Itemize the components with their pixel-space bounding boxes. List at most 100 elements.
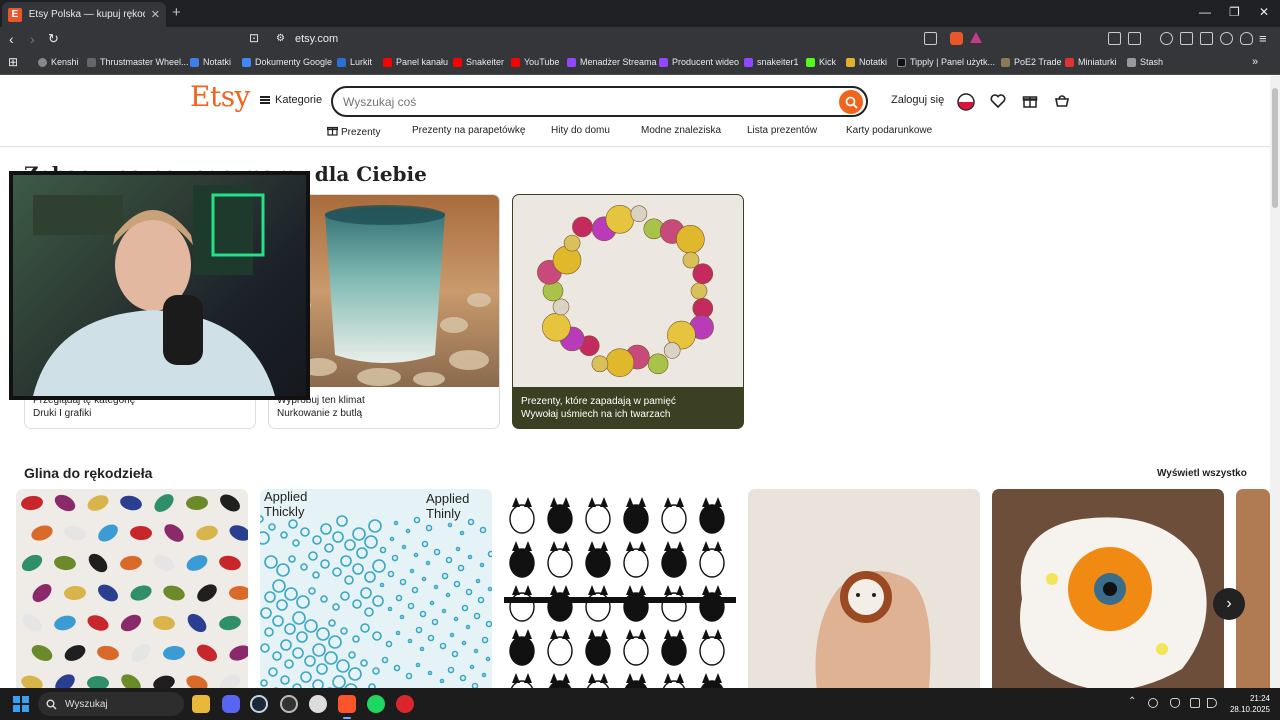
favorites-heart-icon[interactable]: [990, 93, 1006, 114]
address-bar[interactable]: etsy.com: [295, 33, 338, 45]
new-tab-button[interactable]: +: [172, 4, 181, 21]
miniaturki-icon: [1065, 57, 1074, 67]
bookmark-item[interactable]: Producent wideo: [659, 57, 739, 67]
product-card[interactable]: [748, 489, 980, 688]
bookmark-item[interactable]: Notatki: [846, 57, 887, 67]
bookmark-item[interactable]: Menadżer Streama: [567, 57, 657, 67]
bookmark-item[interactable]: Kenshi: [38, 57, 79, 67]
bookmark-item[interactable]: Dokumenty Google: [242, 57, 332, 67]
media-icon[interactable]: [1160, 32, 1173, 45]
spotify-icon[interactable]: [367, 695, 385, 713]
apps-grid-icon[interactable]: ⊞: [8, 55, 18, 69]
menu-icon[interactable]: ≡: [1259, 31, 1267, 46]
sidebar-icon[interactable]: [1180, 32, 1193, 45]
screenshot-icon[interactable]: [1128, 32, 1141, 45]
nav-trendy-finds[interactable]: Modne znaleziska: [641, 125, 721, 136]
taskbar-clock[interactable]: 21:24 28.10.2025: [1226, 693, 1270, 715]
site-info-icon[interactable]: ⚙: [276, 33, 285, 44]
taskbar-search[interactable]: Wyszukaj: [38, 692, 184, 716]
monitor-icon[interactable]: [1190, 698, 1200, 708]
gift-icon: [326, 126, 339, 136]
forward-button[interactable]: ›: [30, 31, 35, 47]
back-button[interactable]: ‹: [9, 31, 14, 47]
bookmark-icon[interactable]: ⊡: [249, 31, 259, 45]
file-explorer-icon[interactable]: [192, 695, 210, 713]
cart-icon[interactable]: [1054, 93, 1070, 114]
tray-app-icon[interactable]: [1148, 698, 1158, 708]
search-icon: [46, 699, 57, 709]
youtube-icon: [511, 57, 520, 67]
bookmark-item[interactable]: snakeiter1: [744, 57, 799, 67]
nav-housewarming[interactable]: Prezenty na parapetówkę: [412, 125, 525, 136]
product-card[interactable]: [16, 489, 248, 688]
brave-shield-icon[interactable]: [950, 32, 963, 45]
wallet-icon[interactable]: [1200, 32, 1213, 45]
bookmark-item[interactable]: Snakeiter: [453, 57, 504, 67]
minimize-icon[interactable]: —: [1199, 5, 1211, 19]
gift-icon[interactable]: [1022, 93, 1038, 114]
view-all-link[interactable]: Wyświetl wszystko: [1157, 468, 1247, 479]
youtube-icon: [383, 57, 392, 67]
bookmark-item[interactable]: Notatki: [190, 57, 231, 67]
scrollbar[interactable]: [1270, 76, 1280, 688]
bookmark-item[interactable]: Kick: [806, 57, 836, 67]
etsy-logo[interactable]: Etsy: [190, 80, 250, 113]
product-card[interactable]: Applied Thickly Applied Thinly: [260, 489, 492, 688]
search-button[interactable]: [839, 90, 863, 114]
card-gifts[interactable]: Prezenty, które zapadają w pamięć Wywołaj…: [512, 194, 744, 429]
tab-etsy[interactable]: E Etsy Polska — kupuj rękodzieło, ✕: [2, 2, 166, 27]
bookmark-item[interactable]: PoE2 Trade: [1001, 57, 1062, 67]
bookmark-item[interactable]: Panel kanału: [383, 57, 448, 67]
leo-ai-icon[interactable]: [1220, 32, 1233, 45]
app-icon[interactable]: [309, 695, 327, 713]
card-text: Prezenty, które zapadają w pamięć Wywołaj…: [521, 396, 676, 420]
bookmarks-bar: ⊞ Kenshi Thrustmaster Wheel... Notatki D…: [0, 53, 1280, 75]
product-card[interactable]: [1236, 489, 1270, 688]
maximize-icon[interactable]: ❐: [1229, 5, 1240, 19]
scroll-thumb[interactable]: [1272, 88, 1278, 208]
windows-start-icon[interactable]: [13, 696, 29, 712]
share-icon[interactable]: [924, 32, 937, 45]
sign-in-link[interactable]: Zaloguj się: [891, 94, 944, 106]
bookmark-item[interactable]: Thrustmaster Wheel...: [87, 57, 189, 67]
bookmark-item[interactable]: Tipply | Panel użytk...: [897, 57, 995, 67]
colored-drops-image: [21, 494, 248, 688]
close-tab-icon[interactable]: ✕: [151, 8, 160, 21]
search-input[interactable]: [343, 93, 823, 111]
globe-icon: [38, 57, 47, 67]
steam-icon[interactable]: [250, 695, 268, 713]
brave-rewards-icon[interactable]: [970, 32, 982, 43]
nav-gift-list[interactable]: Lista prezentów: [747, 125, 817, 136]
taskbar: Wyszukaj ⌃ 21:24 28.10.2025: [0, 688, 1280, 720]
app-red-icon[interactable]: [396, 695, 414, 713]
thrustmaster-icon: [87, 57, 96, 67]
vpn-icon[interactable]: [1240, 32, 1253, 45]
close-window-icon[interactable]: ✕: [1259, 5, 1269, 19]
reload-button[interactable]: ↻: [48, 31, 59, 47]
bookmark-item[interactable]: Stash: [1127, 57, 1163, 67]
notes-icon: [190, 57, 199, 67]
brave-browser-icon[interactable]: [338, 695, 356, 713]
microphone-icon[interactable]: [1170, 698, 1180, 708]
twitch-icon: [744, 57, 753, 67]
obs-icon[interactable]: [280, 695, 298, 713]
tray-chevron-icon[interactable]: ⌃: [1128, 696, 1138, 707]
nav-gift-cards[interactable]: Karty podarunkowe: [846, 125, 932, 136]
categories-button[interactable]: Kategorie: [260, 94, 322, 106]
product-card[interactable]: [504, 489, 736, 688]
discord-icon[interactable]: [222, 695, 240, 713]
more-bookmarks-icon[interactable]: »: [1252, 56, 1258, 68]
product-card[interactable]: [992, 489, 1224, 688]
divider: [0, 146, 1270, 147]
bookmark-item[interactable]: Miniaturki: [1065, 57, 1117, 67]
carousel-next-button[interactable]: ›: [1213, 588, 1245, 620]
categories-label: Kategorie: [275, 94, 323, 106]
lurkit-icon: [337, 57, 346, 67]
bookmark-item[interactable]: Lurkit: [337, 57, 372, 67]
volume-icon[interactable]: [1207, 698, 1217, 708]
nav-home-hits[interactable]: Hity do domu: [551, 125, 610, 136]
bookmark-item[interactable]: YouTube: [511, 57, 559, 67]
language-flag-icon[interactable]: [957, 93, 975, 116]
nav-gifts[interactable]: Prezenty: [326, 125, 380, 138]
extensions-icon[interactable]: [1108, 32, 1121, 45]
